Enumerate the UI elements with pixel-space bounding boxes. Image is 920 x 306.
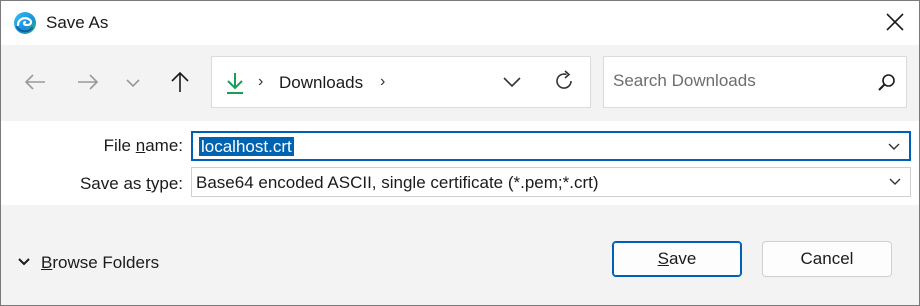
save-button[interactable]: Save <box>612 241 742 277</box>
search-icon[interactable] <box>877 73 897 98</box>
chevron-right-icon[interactable]: › <box>380 73 385 91</box>
browse-folders-toggle[interactable]: Browse Folders <box>17 253 159 273</box>
file-form: File name: localhost.crt Save as type: B… <box>1 121 919 205</box>
close-icon <box>886 12 904 36</box>
filename-input-value[interactable]: localhost.crt <box>199 137 294 156</box>
navigation-bar: › Downloads › <box>1 45 919 121</box>
breadcrumb-downloads[interactable]: Downloads <box>279 73 363 93</box>
forward-button[interactable] <box>72 70 104 98</box>
edge-icon <box>13 11 37 35</box>
recent-chevron-icon <box>125 75 141 93</box>
filename-field[interactable]: localhost.crt <box>191 131 911 161</box>
forward-arrow-icon <box>77 73 99 96</box>
address-bar[interactable]: › Downloads › <box>211 56 591 108</box>
dialog-title: Save As <box>46 13 109 32</box>
search-box[interactable] <box>603 56 907 108</box>
chevron-down-icon <box>17 254 31 272</box>
refresh-icon[interactable] <box>552 69 576 98</box>
up-arrow-icon <box>170 71 190 98</box>
download-icon <box>224 71 246 100</box>
chevron-down-icon[interactable] <box>887 140 901 158</box>
chevron-right-icon[interactable]: › <box>258 73 263 91</box>
cancel-button[interactable]: Cancel <box>762 241 892 277</box>
save-as-dialog: Save As › Downloads › Search Downloads F… <box>0 0 920 306</box>
filename-label: File name: <box>103 136 183 155</box>
up-button[interactable] <box>164 70 196 98</box>
close-button[interactable] <box>875 7 915 41</box>
address-dropdown-button[interactable] <box>502 71 522 98</box>
back-button[interactable] <box>19 70 51 98</box>
title-bar: Save As <box>1 1 919 45</box>
chevron-down-icon[interactable] <box>888 175 902 193</box>
back-arrow-icon <box>24 73 46 96</box>
savetype-value: Base64 encoded ASCII, single certificate… <box>196 173 599 192</box>
search-input[interactable] <box>613 71 863 91</box>
browse-folders-label[interactable]: Browse Folders <box>41 253 159 273</box>
savetype-label: Save as type: <box>79 174 183 193</box>
recent-locations-button[interactable] <box>117 70 149 98</box>
savetype-select[interactable]: Base64 encoded ASCII, single certificate… <box>191 167 911 197</box>
